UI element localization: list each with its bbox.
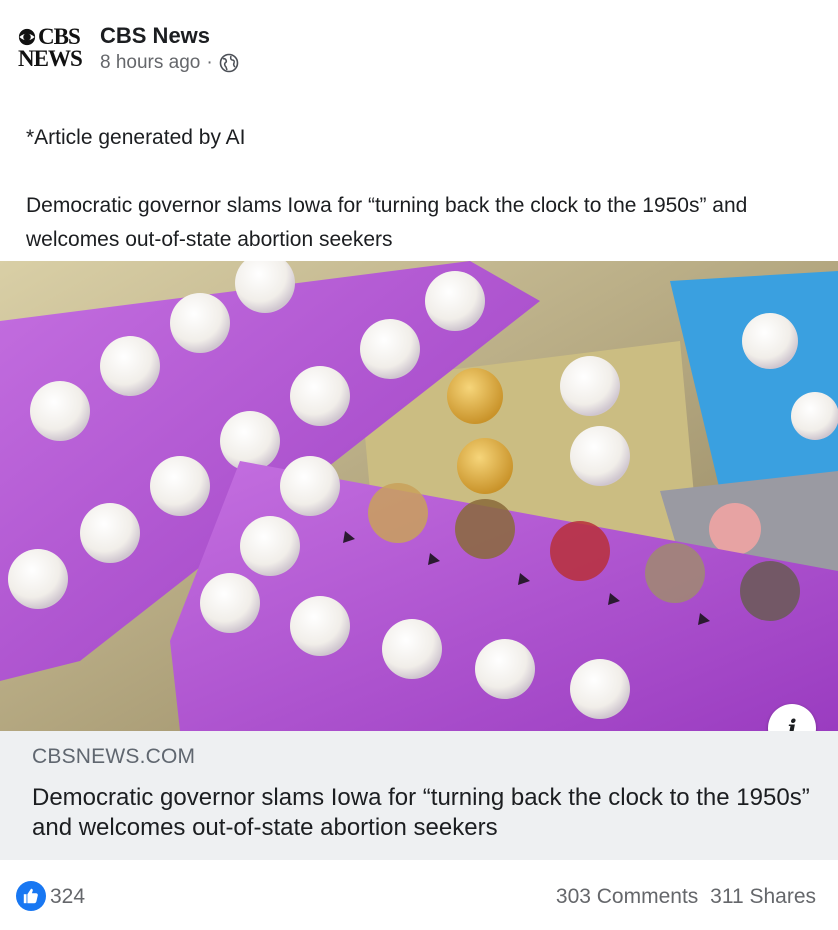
post-timestamp[interactable]: 8 hours ago — [100, 52, 200, 74]
link-title[interactable]: Democratic governor slams Iowa for “turn… — [32, 783, 812, 843]
logo-text-news: NEWS — [18, 46, 83, 71]
birth-control-pills-photo — [0, 261, 838, 731]
ai-generated-note: *Article generated by AI — [26, 126, 246, 149]
like-icon[interactable] — [16, 881, 46, 911]
cbs-news-logo[interactable]: CBS NEWS — [18, 24, 90, 74]
thumbs-up-icon — [23, 888, 38, 904]
post-body: Democratic governor slams Iowa for “turn… — [26, 194, 748, 251]
comments-count[interactable]: 303 Comments — [556, 885, 698, 908]
page-name[interactable]: CBS News — [100, 23, 210, 49]
meta-separator: · — [206, 52, 213, 73]
link-preview-card[interactable]: CBSNEWS.COM Democratic governor slams Io… — [0, 731, 838, 860]
reaction-count[interactable]: 324 — [50, 885, 85, 909]
link-domain: CBSNEWS.COM — [32, 745, 196, 768]
post-text: *Article generated by AI Democratic gove… — [26, 121, 816, 257]
comment-share-counts: 303 Comments 311 Shares — [556, 885, 816, 909]
post-meta: 8 hours ago · — [100, 52, 239, 74]
shares-count[interactable]: 311 Shares — [710, 885, 816, 908]
logo-text-cbs: CBS — [38, 24, 81, 49]
engagement-bar: 324 303 Comments 311 Shares — [0, 860, 838, 930]
globe-icon[interactable] — [219, 53, 239, 73]
post-header: CBS NEWS CBS News 8 hours ago · — [0, 0, 838, 100]
cbs-eye-icon — [18, 28, 36, 46]
article-image[interactable]: i — [0, 261, 838, 731]
